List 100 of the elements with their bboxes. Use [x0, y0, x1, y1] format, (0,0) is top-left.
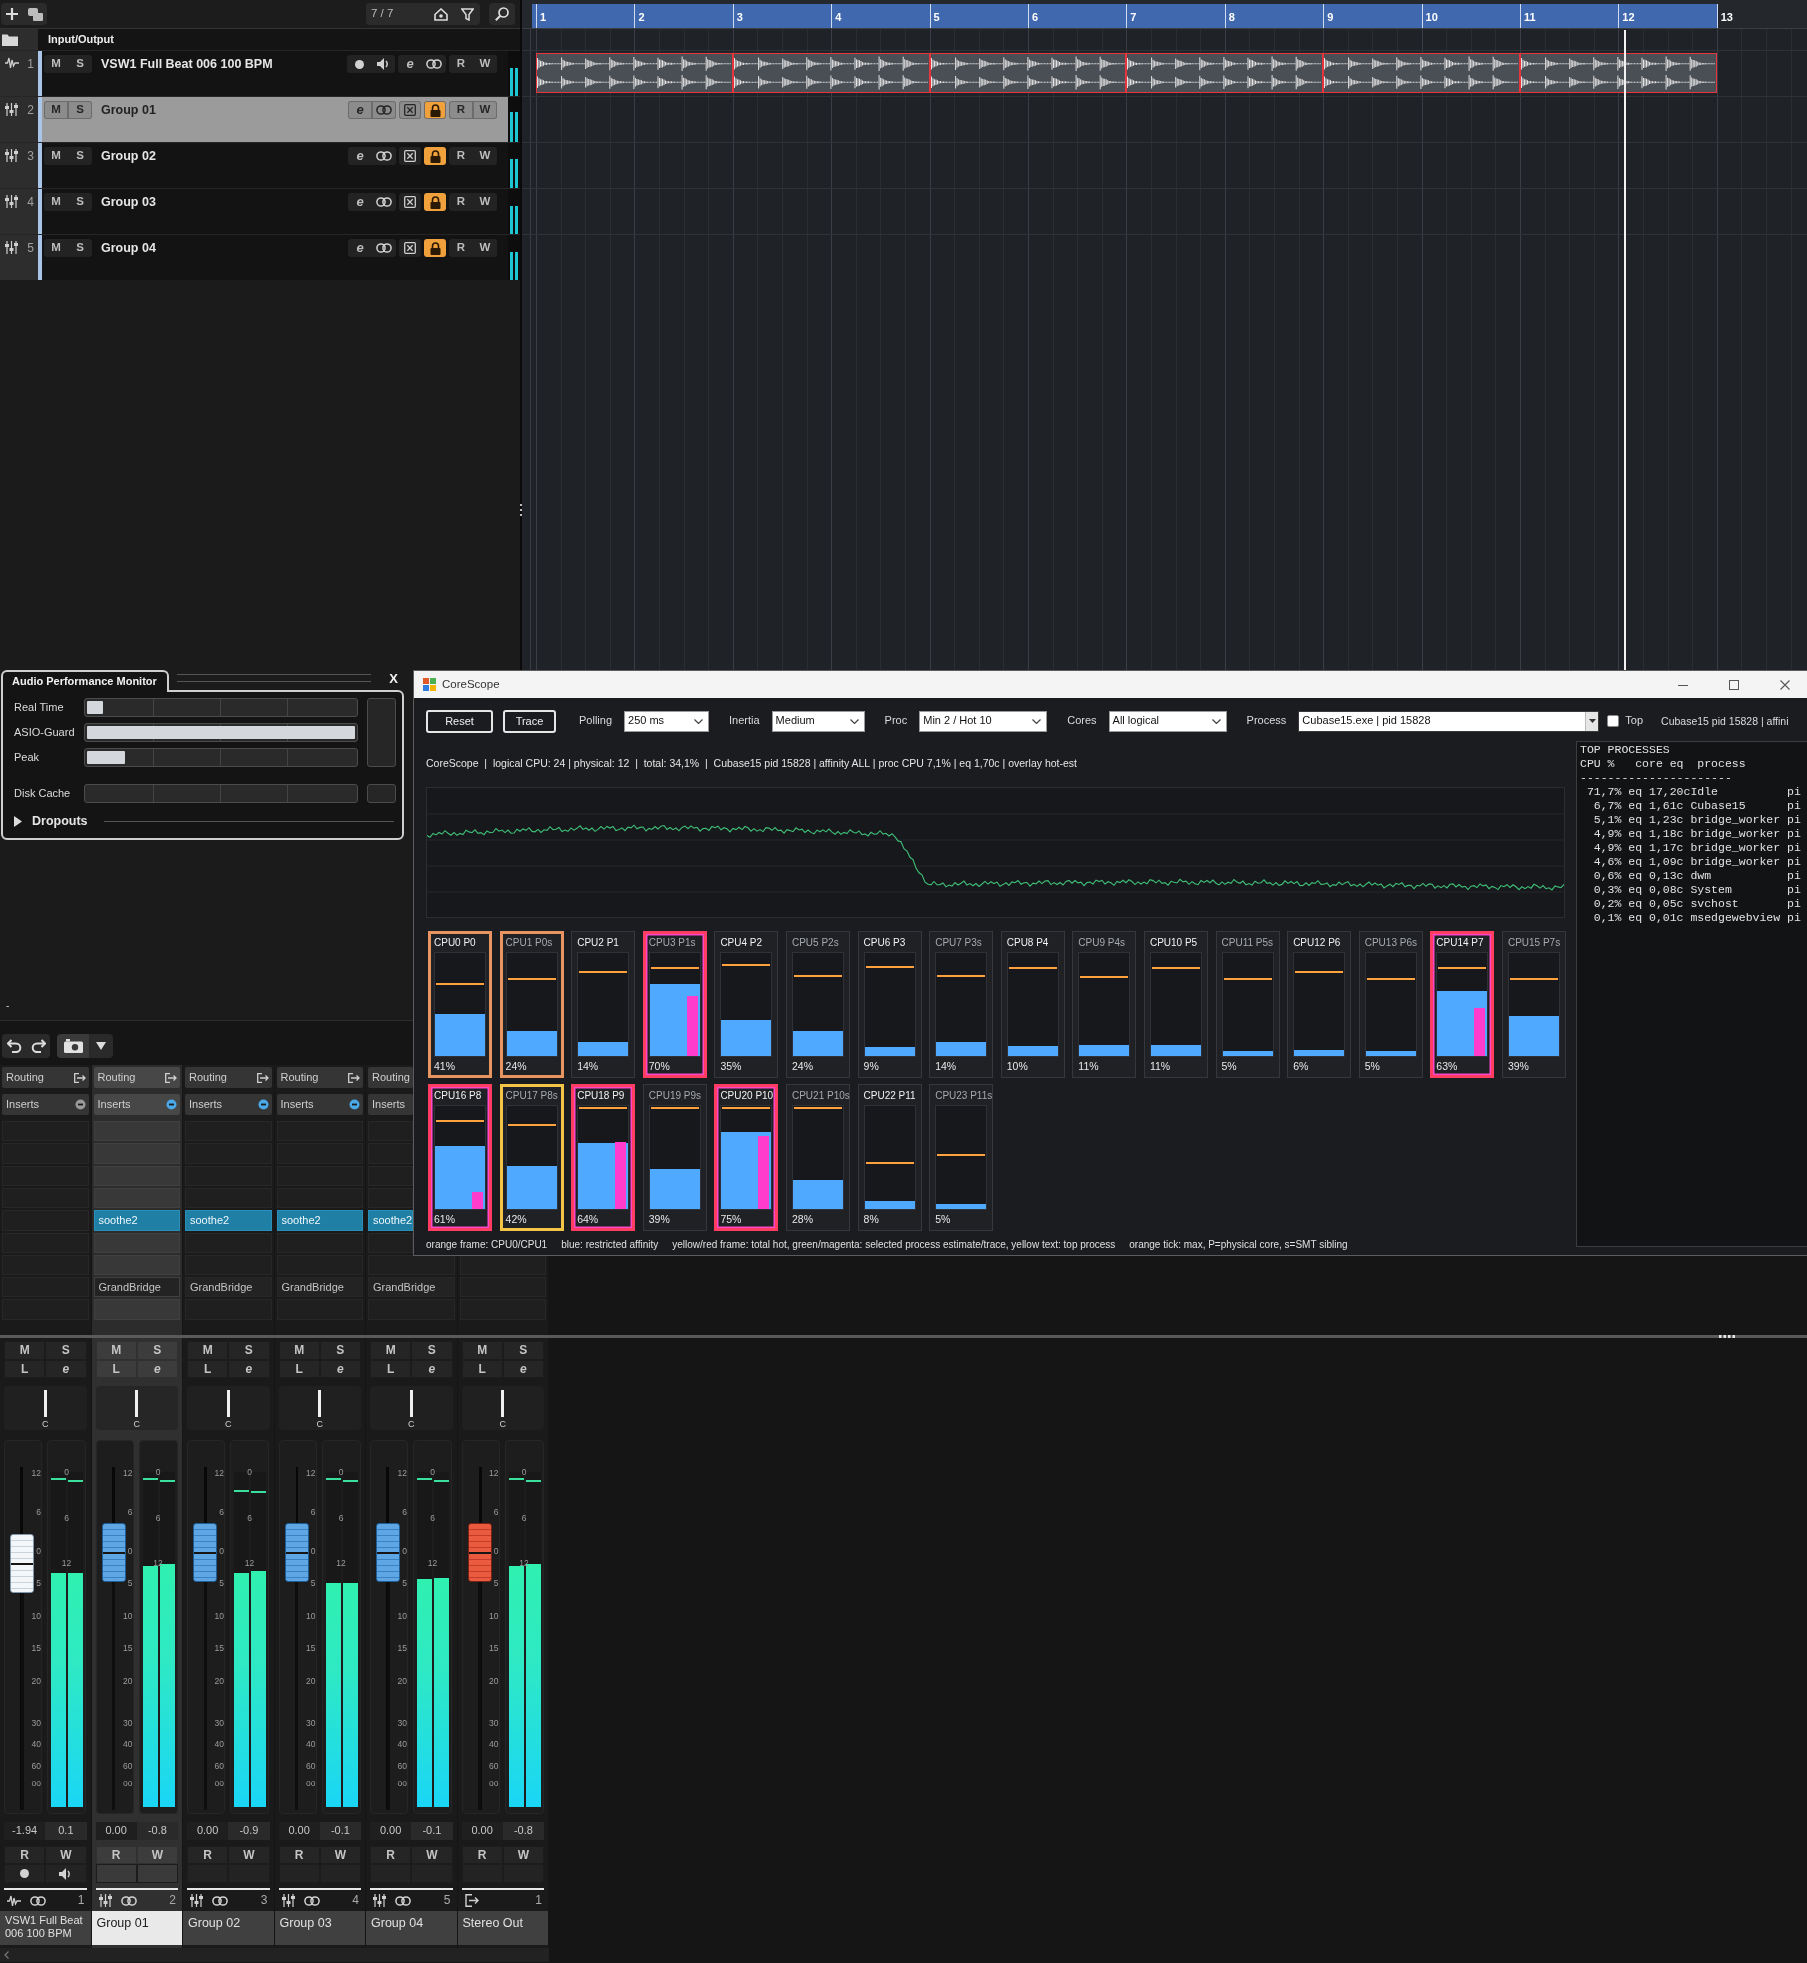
filter-button[interactable]	[454, 3, 480, 25]
inserts-header[interactable]: Inserts	[276, 1094, 363, 1115]
solo-button[interactable]: S	[319, 1341, 361, 1360]
expand-icon[interactable]	[14, 815, 22, 827]
write-button[interactable]: W	[319, 1846, 361, 1864]
solo-button[interactable]: S	[45, 1341, 87, 1360]
dropdown-button[interactable]	[1585, 711, 1599, 731]
pan-control[interactable]: C	[4, 1386, 87, 1430]
insert-slot[interactable]: GrandBridge	[93, 1277, 180, 1298]
edit-button[interactable]: e	[45, 1360, 87, 1378]
trace-button[interactable]: Trace	[503, 709, 556, 733]
insert-slot[interactable]: GrandBridge	[276, 1277, 363, 1298]
inserts-header[interactable]: Inserts	[2, 1094, 89, 1115]
listen-button[interactable]: L	[461, 1360, 503, 1378]
listen-button[interactable]: L	[187, 1360, 229, 1378]
maximize-icon[interactable]	[1728, 679, 1739, 690]
insert-slot[interactable]	[459, 1254, 546, 1276]
listen-button[interactable]: L	[370, 1360, 412, 1378]
inserts-header[interactable]: Inserts	[93, 1094, 180, 1115]
link-button[interactable]	[422, 55, 446, 73]
reset-button[interactable]: Reset	[426, 709, 493, 733]
close-icon[interactable]	[1779, 679, 1790, 690]
grip-icon[interactable]	[1719, 1335, 1735, 1338]
edit-button[interactable]: e	[348, 239, 372, 257]
write-button[interactable]: W	[136, 1846, 178, 1864]
audio-clip[interactable]	[732, 53, 930, 93]
mute-button[interactable]: M	[44, 55, 68, 73]
track-header[interactable]: M S Group 03 e R W	[38, 189, 508, 234]
scroll-left-icon[interactable]	[4, 1951, 9, 1959]
lock-button[interactable]	[424, 239, 446, 257]
write-button[interactable]: W	[473, 239, 497, 257]
channel-name[interactable]: Group 04	[366, 1911, 457, 1945]
close-button[interactable]: X	[389, 670, 404, 690]
track-header[interactable]: M S Group 02 e R W	[38, 143, 508, 188]
snapshot-menu-button[interactable]	[89, 1034, 113, 1058]
horizontal-scrollbar[interactable]	[0, 1948, 549, 1962]
folder-track-name[interactable]: Input/Output	[38, 29, 520, 50]
fader-thumb[interactable]	[101, 1523, 126, 1583]
track-header[interactable]: M S Group 01 e R W	[38, 97, 508, 142]
setting-dropdown[interactable]: 250 ms	[624, 710, 710, 732]
edit-button[interactable]: e	[411, 1360, 453, 1378]
record-enable-button[interactable]	[347, 55, 371, 73]
mute-button[interactable]: M	[44, 239, 68, 257]
lock-button[interactable]	[424, 147, 446, 165]
setting-dropdown[interactable]: Medium	[771, 710, 865, 732]
monitor-button[interactable]	[371, 55, 395, 73]
track-header[interactable]: M S VSW1 Full Beat 006 100 BPM e R W	[38, 51, 508, 96]
insert-slot[interactable]	[368, 1254, 455, 1276]
audio-clip[interactable]	[536, 53, 733, 93]
fader-thumb[interactable]	[376, 1523, 400, 1583]
audio-clip[interactable]	[1323, 53, 1520, 93]
fader-thumb[interactable]	[467, 1523, 492, 1583]
routing-header[interactable]: Routing	[368, 1067, 413, 1088]
routing-header[interactable]: Routing	[2, 1067, 89, 1088]
disable-button[interactable]	[399, 193, 421, 211]
solo-button[interactable]: S	[68, 147, 92, 165]
setting-dropdown[interactable]: Min 2 / Hot 10	[919, 710, 1048, 732]
timeline-ruler[interactable]: 1 2 3 4 5 6 7 8 9 10 11 12 13	[522, 0, 1807, 29]
lock-button[interactable]	[424, 101, 446, 119]
listen-button[interactable]: L	[95, 1360, 137, 1378]
edit-button[interactable]: e	[348, 193, 372, 211]
insert-slot[interactable]: GrandBridge	[185, 1277, 272, 1298]
pan-control[interactable]: C	[278, 1386, 361, 1430]
audio-clip[interactable]	[1520, 53, 1717, 93]
link-button[interactable]	[372, 239, 396, 257]
listen-button[interactable]: L	[278, 1360, 320, 1378]
inserts-header[interactable]: Inserts	[185, 1094, 272, 1115]
read-button[interactable]: R	[449, 193, 473, 211]
link-button[interactable]	[372, 147, 396, 165]
edit-button[interactable]: e	[348, 101, 372, 119]
audio-clip[interactable]	[929, 53, 1127, 93]
mute-button[interactable]: M	[370, 1341, 412, 1360]
mute-button[interactable]: M	[44, 193, 68, 211]
solo-button[interactable]: S	[502, 1341, 544, 1360]
solo-button[interactable]: S	[68, 193, 92, 211]
channel-name[interactable]: VSW1 Full Beat 006 100 BPM	[0, 1911, 91, 1945]
lock-button[interactable]	[424, 193, 446, 211]
pan-control[interactable]: C	[187, 1386, 270, 1430]
listen-button[interactable]: L	[4, 1360, 46, 1378]
routing-header[interactable]: Routing	[276, 1067, 363, 1088]
mute-button[interactable]: M	[44, 101, 68, 119]
routing-header[interactable]: Routing	[93, 1067, 180, 1088]
dropouts-toggle[interactable]: Dropouts	[14, 813, 88, 829]
insert-slot[interactable]: soothe2	[93, 1210, 180, 1231]
disable-button[interactable]	[399, 147, 421, 165]
write-button[interactable]: W	[473, 55, 497, 73]
mute-button[interactable]: M	[44, 147, 68, 165]
channel-name[interactable]: Group 01	[91, 1911, 182, 1945]
process-combobox[interactable]: Cubase15.exe | pid 15828	[1298, 710, 1600, 732]
disable-button[interactable]	[399, 239, 421, 257]
write-button[interactable]: W	[45, 1846, 87, 1864]
inserts-header[interactable]: Inserts	[368, 1094, 413, 1115]
pan-control[interactable]: C	[95, 1386, 178, 1430]
track-header[interactable]: M S Group 04 e R W	[38, 235, 508, 280]
panel-tab[interactable]: Audio Performance Monitor	[1, 670, 169, 692]
top-checkbox[interactable]	[1607, 715, 1620, 727]
edit-button[interactable]: e	[228, 1360, 270, 1378]
solo-button[interactable]: S	[228, 1341, 270, 1360]
insert-slot[interactable]: soothe2	[276, 1210, 363, 1231]
edit-button[interactable]: e	[502, 1360, 544, 1378]
